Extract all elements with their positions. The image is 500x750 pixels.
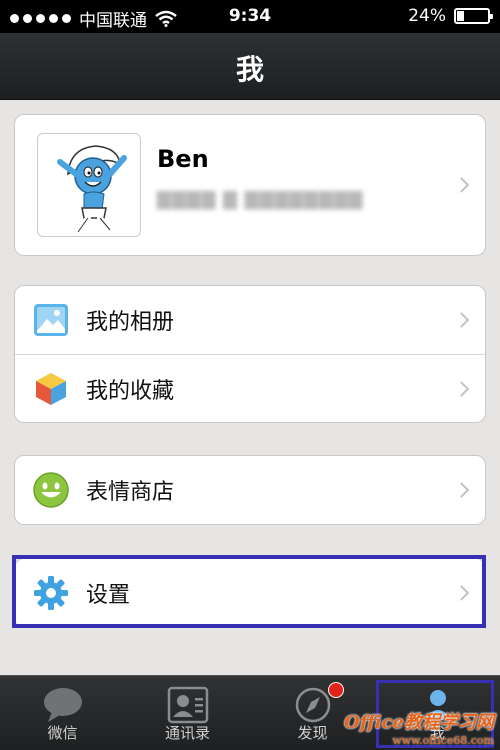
chevron-right-icon — [453, 380, 470, 397]
collection-card: 我的相册 我的收藏 — [14, 285, 486, 423]
menu-item-favorites[interactable]: 我的收藏 — [15, 354, 485, 422]
page-title: 我 — [235, 53, 264, 86]
profile-account-id-blurred: ▇▇▇▇ ▇ ▇▇▇▇▇▇▇▇ — [157, 189, 364, 210]
contacts-card-icon — [167, 686, 209, 724]
navigation-bar: 我 — [0, 33, 500, 100]
settings-highlight-box — [12, 555, 486, 628]
chat-bubble-icon — [44, 688, 82, 722]
status-right: 24% — [408, 6, 493, 26]
album-icon — [32, 301, 70, 339]
menu-item-label: 我的相册 — [86, 310, 175, 335]
wifi-icon — [155, 10, 177, 27]
chevron-right-icon — [453, 312, 470, 328]
tab-contacts[interactable]: 通讯录 — [125, 676, 250, 750]
menu-item-album[interactable]: 我的相册 — [15, 286, 485, 354]
smiley-icon — [32, 471, 70, 509]
battery-fill — [457, 11, 465, 21]
notification-badge — [328, 682, 344, 698]
favorites-cube-icon — [32, 370, 70, 408]
signal-strength-icon — [10, 14, 71, 23]
tab-label: 微信 — [47, 724, 78, 742]
profile-card[interactable]: Ben ▇▇▇▇ ▇ ▇▇▇▇▇▇▇▇ — [14, 114, 486, 256]
smurf-avatar-icon — [57, 145, 127, 235]
chevron-right-icon — [453, 482, 470, 498]
tab-label: 发现 — [297, 724, 328, 742]
carrier-label: 中国联通 — [79, 11, 147, 31]
watermark: Office教程学习网 www.office68.com — [344, 708, 494, 747]
profile-name: Ben — [157, 145, 209, 173]
status-left: 中国联通 — [10, 6, 177, 31]
battery-percentage: 24% — [408, 6, 446, 26]
menu-item-label: 我的收藏 — [86, 378, 175, 404]
watermark-url: www.office68.com — [392, 734, 494, 747]
menu-item-sticker-shop[interactable]: 表情商店 — [15, 456, 485, 524]
tab-chats[interactable]: 微信 — [0, 676, 125, 750]
menu-item-label: 表情商店 — [86, 480, 175, 505]
status-bar: 中国联通 9:34 24% — [0, 0, 500, 33]
chevron-right-icon — [453, 177, 470, 193]
sticker-card: 表情商店 — [14, 455, 486, 525]
battery-icon — [454, 8, 493, 24]
watermark-title: Office教程学习网 — [344, 712, 494, 733]
tab-label: 通讯录 — [164, 724, 210, 742]
avatar — [37, 133, 141, 237]
